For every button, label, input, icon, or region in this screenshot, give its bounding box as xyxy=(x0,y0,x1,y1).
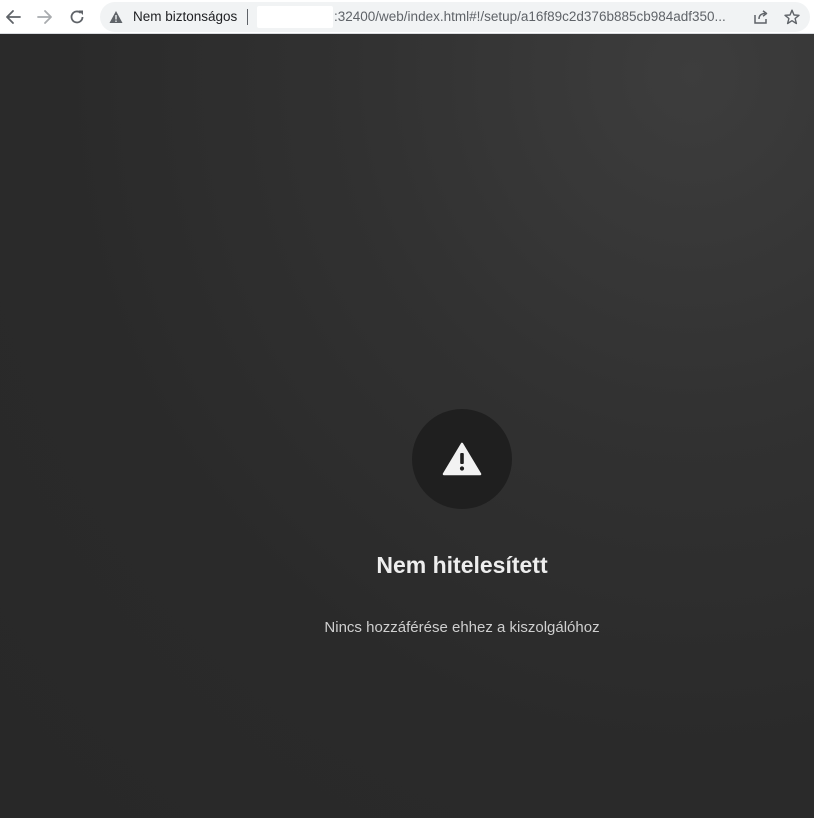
warning-triangle-icon xyxy=(442,442,482,476)
access-denied-message: Nincs hozzáférése ehhez a kiszolgálóhoz xyxy=(324,619,600,636)
star-icon xyxy=(784,9,800,25)
bookmark-button[interactable] xyxy=(781,6,803,28)
security-divider xyxy=(247,9,248,25)
redacted-host xyxy=(257,6,333,28)
share-icon xyxy=(754,10,768,24)
reload-button[interactable] xyxy=(65,5,89,29)
forward-button[interactable] xyxy=(33,5,57,29)
back-button[interactable] xyxy=(1,5,25,29)
page-title: Nem hitelesített xyxy=(376,552,548,578)
security-status-label[interactable]: Nem biztonságos xyxy=(133,9,237,24)
share-button[interactable] xyxy=(750,6,772,28)
warning-badge xyxy=(412,409,512,509)
browser-toolbar: Nem biztonságos :32400/web/index.html#!/… xyxy=(0,0,814,34)
warning-triangle-icon[interactable] xyxy=(109,10,123,24)
reload-icon xyxy=(70,10,84,24)
arrow-right-icon xyxy=(37,10,52,24)
arrow-left-icon xyxy=(6,10,21,24)
page-content xyxy=(0,34,814,818)
address-bar[interactable]: Nem biztonságos :32400/web/index.html#!/… xyxy=(100,2,810,32)
url-text[interactable]: :32400/web/index.html#!/setup/a16f89c2d3… xyxy=(334,9,744,24)
